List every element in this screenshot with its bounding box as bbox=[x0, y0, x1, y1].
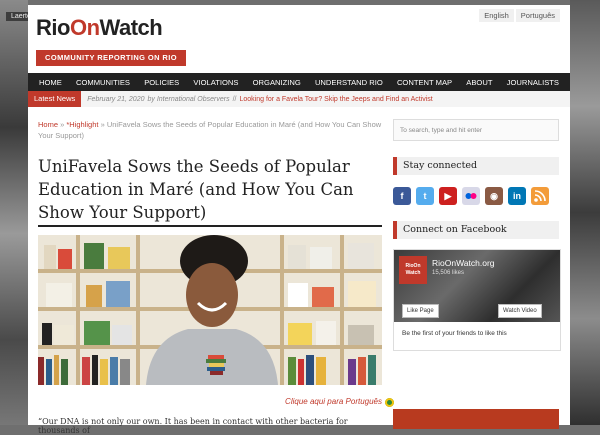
language-switcher: English Português bbox=[477, 9, 560, 22]
logo-wordmark: RioOnWatch bbox=[36, 15, 163, 41]
breadcrumb-home[interactable]: Home bbox=[38, 120, 58, 129]
article-hero-image bbox=[38, 235, 382, 385]
breadcrumb-sep: » bbox=[100, 120, 105, 129]
facebook-page-avatar[interactable]: RioOn Watch bbox=[399, 256, 427, 284]
youtube-icon[interactable]: ▶ bbox=[439, 187, 457, 205]
linkedin-icon[interactable]: in bbox=[508, 187, 526, 205]
nav-policies[interactable]: POLICIES bbox=[139, 78, 184, 87]
twitter-icon[interactable]: t bbox=[416, 187, 434, 205]
instagram-icon[interactable]: ◉ bbox=[485, 187, 503, 205]
facebook-friends-note: Be the first of your friends to like thi… bbox=[402, 330, 507, 337]
logo-part-rio: Rio bbox=[36, 15, 70, 40]
latest-news-ticker: Latest News February 21, 2020 by Interna… bbox=[28, 91, 570, 107]
page-container: RioOnWatch COMMUNITY REPORTING ON RIO En… bbox=[28, 5, 570, 435]
breadcrumb-sep: » bbox=[60, 120, 65, 129]
site-header: RioOnWatch COMMUNITY REPORTING ON RIO En… bbox=[28, 5, 570, 73]
nav-journalists[interactable]: JOURNALISTS bbox=[502, 78, 564, 87]
background-photo-right bbox=[570, 0, 600, 425]
bookshelf-portrait-illustration bbox=[38, 235, 382, 385]
ticker-author[interactable]: by International Observers bbox=[147, 96, 229, 103]
nav-home[interactable]: HOME bbox=[34, 78, 67, 87]
article-body-text: “Our DNA is not only our own. It has bee… bbox=[38, 417, 348, 435]
nav-communities[interactable]: COMMUNITIES bbox=[71, 78, 135, 87]
search-input[interactable]: To search, type and hit enter bbox=[393, 119, 559, 141]
lang-portugues[interactable]: Português bbox=[515, 9, 560, 22]
title-divider bbox=[38, 225, 382, 227]
rss-glyph bbox=[534, 190, 546, 202]
stay-connected-heading: Stay connected bbox=[393, 157, 559, 175]
logo-part-watch: Watch bbox=[99, 15, 163, 40]
ticker-headline[interactable]: Looking for a Favela Tour? Skip the Jeep… bbox=[239, 96, 432, 103]
ticker-separator: // bbox=[232, 95, 237, 103]
breadcrumb: Home » *Highlight » UniFavela Sows the S… bbox=[38, 119, 383, 141]
facebook-watch-label: Watch Video bbox=[503, 308, 537, 314]
ticker-label: Latest News bbox=[28, 91, 82, 107]
logo-tagline: COMMUNITY REPORTING ON RIO bbox=[36, 50, 186, 66]
facebook-page-name[interactable]: RioOnWatch.org bbox=[432, 258, 495, 268]
social-icons-row: f t ▶ ◉ in bbox=[393, 187, 554, 205]
sidebar-promo-banner[interactable] bbox=[393, 409, 559, 429]
nav-organizing[interactable]: ORGANIZING bbox=[248, 78, 306, 87]
facebook-icon[interactable]: f bbox=[393, 187, 411, 205]
background-photo-left bbox=[0, 0, 28, 425]
flickr-dots bbox=[465, 193, 477, 199]
nav-about[interactable]: ABOUT bbox=[461, 78, 497, 87]
facebook-like-label: Like Page bbox=[407, 308, 434, 314]
main-nav: HOME COMMUNITIES POLICIES VIOLATIONS ORG… bbox=[28, 73, 570, 91]
facebook-like-page-button[interactable]: Like Page bbox=[402, 304, 439, 318]
connect-facebook-heading: Connect on Facebook bbox=[393, 221, 559, 239]
facebook-likes-count: 15,506 likes bbox=[432, 270, 465, 276]
flickr-icon[interactable] bbox=[462, 187, 480, 205]
logo-part-on: On bbox=[69, 15, 100, 40]
article-title: UniFavela Sows the Seeds of Popular Educ… bbox=[38, 157, 354, 222]
breadcrumb-category[interactable]: *Highlight bbox=[66, 120, 98, 129]
nav-violations[interactable]: VIOLATIONS bbox=[188, 78, 243, 87]
site-logo[interactable]: RioOnWatch COMMUNITY REPORTING ON RIO bbox=[36, 15, 186, 69]
nav-content-map[interactable]: CONTENT MAP bbox=[392, 78, 457, 87]
lang-english[interactable]: English bbox=[479, 9, 514, 22]
nav-understand-rio[interactable]: UNDERSTAND RIO bbox=[310, 78, 388, 87]
portuguese-version-link[interactable]: Clique aqui para Português bbox=[208, 397, 382, 406]
facebook-watch-video-button[interactable]: Watch Video bbox=[498, 304, 542, 318]
rss-icon[interactable] bbox=[531, 187, 549, 205]
brazil-flag-icon[interactable] bbox=[385, 398, 394, 407]
facebook-page-widget: RioOn Watch RioOnWatch.org 15,506 likes L… bbox=[393, 249, 561, 351]
ticker-date: February 21, 2020 bbox=[87, 95, 145, 103]
